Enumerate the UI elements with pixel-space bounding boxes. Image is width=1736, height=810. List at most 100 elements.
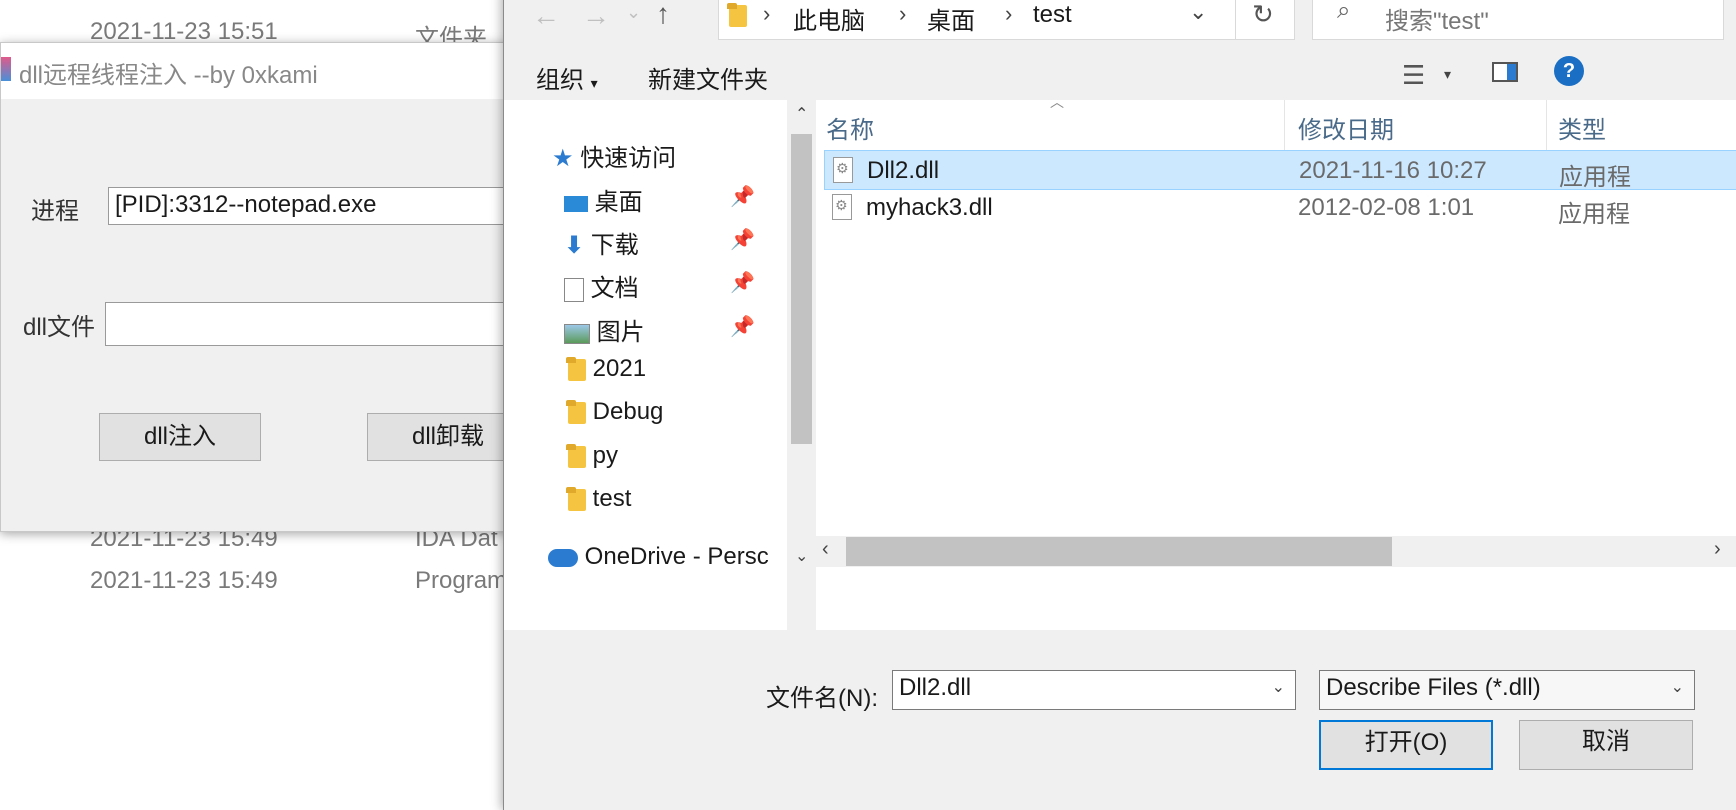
chevron-down-icon[interactable]: ⌄: [1272, 671, 1285, 705]
breadcrumb-item[interactable]: 此电脑: [793, 1, 865, 36]
filename-input[interactable]: Dll2.dll ⌄: [892, 670, 1296, 710]
back-icon[interactable]: ←: [532, 0, 560, 32]
help-icon[interactable]: ?: [1554, 56, 1584, 86]
file-name: myhack3.dll: [866, 194, 993, 221]
view-options-icon[interactable]: ☰: [1402, 60, 1425, 91]
filename-value: Dll2.dll: [899, 674, 972, 701]
injector-window: dll远程线程注入 --by 0xkami 进程 [PID]:3312--not…: [0, 42, 529, 532]
horizontal-scrollbar[interactable]: ‹ ›: [816, 536, 1736, 567]
preview-pane-icon[interactable]: [1492, 62, 1518, 82]
chevron-down-icon[interactable]: ▾: [1444, 66, 1451, 83]
organize-label: 组织: [536, 67, 584, 94]
scroll-up-icon[interactable]: ⌃: [795, 104, 808, 124]
scroll-down-icon[interactable]: ⌄: [795, 546, 808, 566]
forward-icon[interactable]: →: [582, 0, 610, 32]
nav-item-label: py: [592, 442, 619, 469]
folder-icon: [727, 3, 747, 27]
breadcrumb-separator-icon: ›: [899, 1, 907, 26]
quick-access[interactable]: ★ 快速访问: [552, 138, 676, 173]
column-separator[interactable]: [1284, 100, 1285, 152]
column-header-modified[interactable]: 修改日期: [1298, 110, 1394, 145]
dll-file-icon: [833, 157, 853, 183]
pin-icon[interactable]: 📌: [730, 270, 755, 295]
scroll-thumb[interactable]: [791, 134, 812, 444]
nav-item-folder[interactable]: test: [566, 485, 632, 513]
dll-label: dll文件: [23, 314, 96, 341]
nav-item-folder[interactable]: Debug: [566, 398, 664, 426]
column-header-name[interactable]: 名称: [826, 110, 874, 145]
search-icon: ⌕: [1337, 0, 1351, 24]
refresh-icon: ↻: [1252, 0, 1274, 29]
nav-item-label: 下载: [590, 232, 639, 259]
open-file-dialog: ← → ⌄ ↑ › 此电脑 › 桌面 › test ⌄ ↻ ⌕ 搜索"test"…: [503, 0, 1736, 810]
pictures-icon: [564, 323, 590, 344]
inject-button[interactable]: dll注入: [99, 413, 261, 461]
download-icon: ⬇: [564, 232, 585, 259]
file-type: 应用程: [1559, 164, 1631, 191]
up-icon[interactable]: ↑: [656, 0, 670, 30]
injector-title: dll远程线程注入 --by 0xkami: [19, 62, 318, 89]
scroll-left-icon[interactable]: ‹: [822, 538, 829, 561]
organize-menu[interactable]: 组织 ▾: [536, 60, 598, 95]
filename-label: 文件名(N):: [766, 685, 878, 712]
nav-item-folder[interactable]: 2021: [566, 355, 646, 383]
nav-item-documents[interactable]: 文档: [564, 268, 639, 303]
breadcrumb-item[interactable]: test: [1033, 1, 1072, 29]
pin-icon[interactable]: 📌: [730, 314, 755, 339]
pin-icon[interactable]: 📌: [730, 184, 755, 209]
injector-titlebar: dll远程线程注入 --by 0xkami: [1, 43, 511, 99]
chevron-down-icon[interactable]: ⌄: [1671, 671, 1684, 705]
folder-icon: [566, 486, 586, 511]
search-input[interactable]: ⌕ 搜索"test": [1312, 0, 1724, 40]
nav-item-label: test: [592, 485, 632, 512]
navigation-pane: ★ 快速访问 桌面 📌 ⬇ 下载 📌 文档 📌 图片 📌 2021 Debug …: [504, 100, 816, 630]
folder-icon: [566, 356, 586, 381]
open-button[interactable]: 打开(O): [1319, 720, 1493, 770]
process-label: 进程: [31, 198, 79, 225]
breadcrumb-item[interactable]: 桌面: [927, 1, 975, 36]
breadcrumb-separator-icon: ›: [1005, 1, 1013, 26]
filetype-filter-select[interactable]: Describe Files (*.dll) ⌄: [1319, 670, 1695, 710]
column-header-type[interactable]: 类型: [1558, 110, 1606, 145]
file-modified: 2012-02-08 1:01: [1298, 194, 1475, 221]
nav-item-pictures[interactable]: 图片: [564, 312, 645, 347]
address-dropdown-icon[interactable]: ⌄: [1189, 0, 1207, 25]
address-bar[interactable]: › 此电脑 › 桌面 › test ⌄: [718, 0, 1237, 40]
breadcrumb-separator-icon: ›: [763, 1, 771, 26]
folder-icon: [566, 399, 586, 424]
column-separator[interactable]: [1546, 100, 1547, 152]
dll-path-field[interactable]: [105, 302, 517, 346]
new-folder-button[interactable]: 新建文件夹: [648, 60, 768, 95]
file-modified: 2021-11-16 10:27: [1299, 157, 1487, 184]
star-icon: ★: [552, 145, 574, 172]
file-row[interactable]: Dll2.dll 2021-11-16 10:27 应用程: [824, 150, 1736, 191]
nav-scrollbar[interactable]: ⌃ ⌄: [787, 100, 816, 630]
scroll-thumb[interactable]: [846, 537, 1392, 566]
file-type: 应用程: [1558, 201, 1630, 228]
process-field[interactable]: [PID]:3312--notepad.exe: [108, 187, 518, 225]
bg-row-type: Program: [415, 567, 508, 594]
recent-chevron-icon[interactable]: ⌄: [626, 2, 641, 23]
file-name: Dll2.dll: [867, 157, 940, 184]
desktop-icon: [564, 195, 588, 212]
search-placeholder: 搜索"test": [1385, 8, 1489, 35]
quick-access-label: 快速访问: [580, 145, 677, 172]
folder-icon: [566, 443, 586, 468]
nav-item-label: Debug: [592, 398, 664, 425]
nav-item-downloads[interactable]: ⬇ 下载: [564, 225, 639, 260]
refresh-button[interactable]: ↻: [1235, 0, 1295, 40]
app-icon: [1, 57, 11, 81]
document-icon: [564, 277, 584, 302]
dll-file-icon: [832, 194, 852, 220]
pin-icon[interactable]: 📌: [730, 227, 755, 252]
nav-item-folder[interactable]: py: [566, 442, 619, 470]
nav-item-onedrive[interactable]: OneDrive - Persc: [548, 543, 784, 571]
bg-row-date: 2021-11-23 15:49: [90, 567, 278, 594]
nav-item-label: 桌面: [594, 189, 643, 216]
cancel-button[interactable]: 取消: [1519, 720, 1693, 770]
nav-item-desktop[interactable]: 桌面: [564, 182, 643, 217]
file-row[interactable]: myhack3.dll 2012-02-08 1:01 应用程: [824, 188, 1736, 228]
scroll-right-icon[interactable]: ›: [1714, 538, 1721, 561]
file-list-pane: ︿ 名称 修改日期 类型 Dll2.dll 2021-11-16 10:27 应…: [816, 94, 1736, 630]
nav-item-label: OneDrive - Persc: [584, 543, 769, 570]
